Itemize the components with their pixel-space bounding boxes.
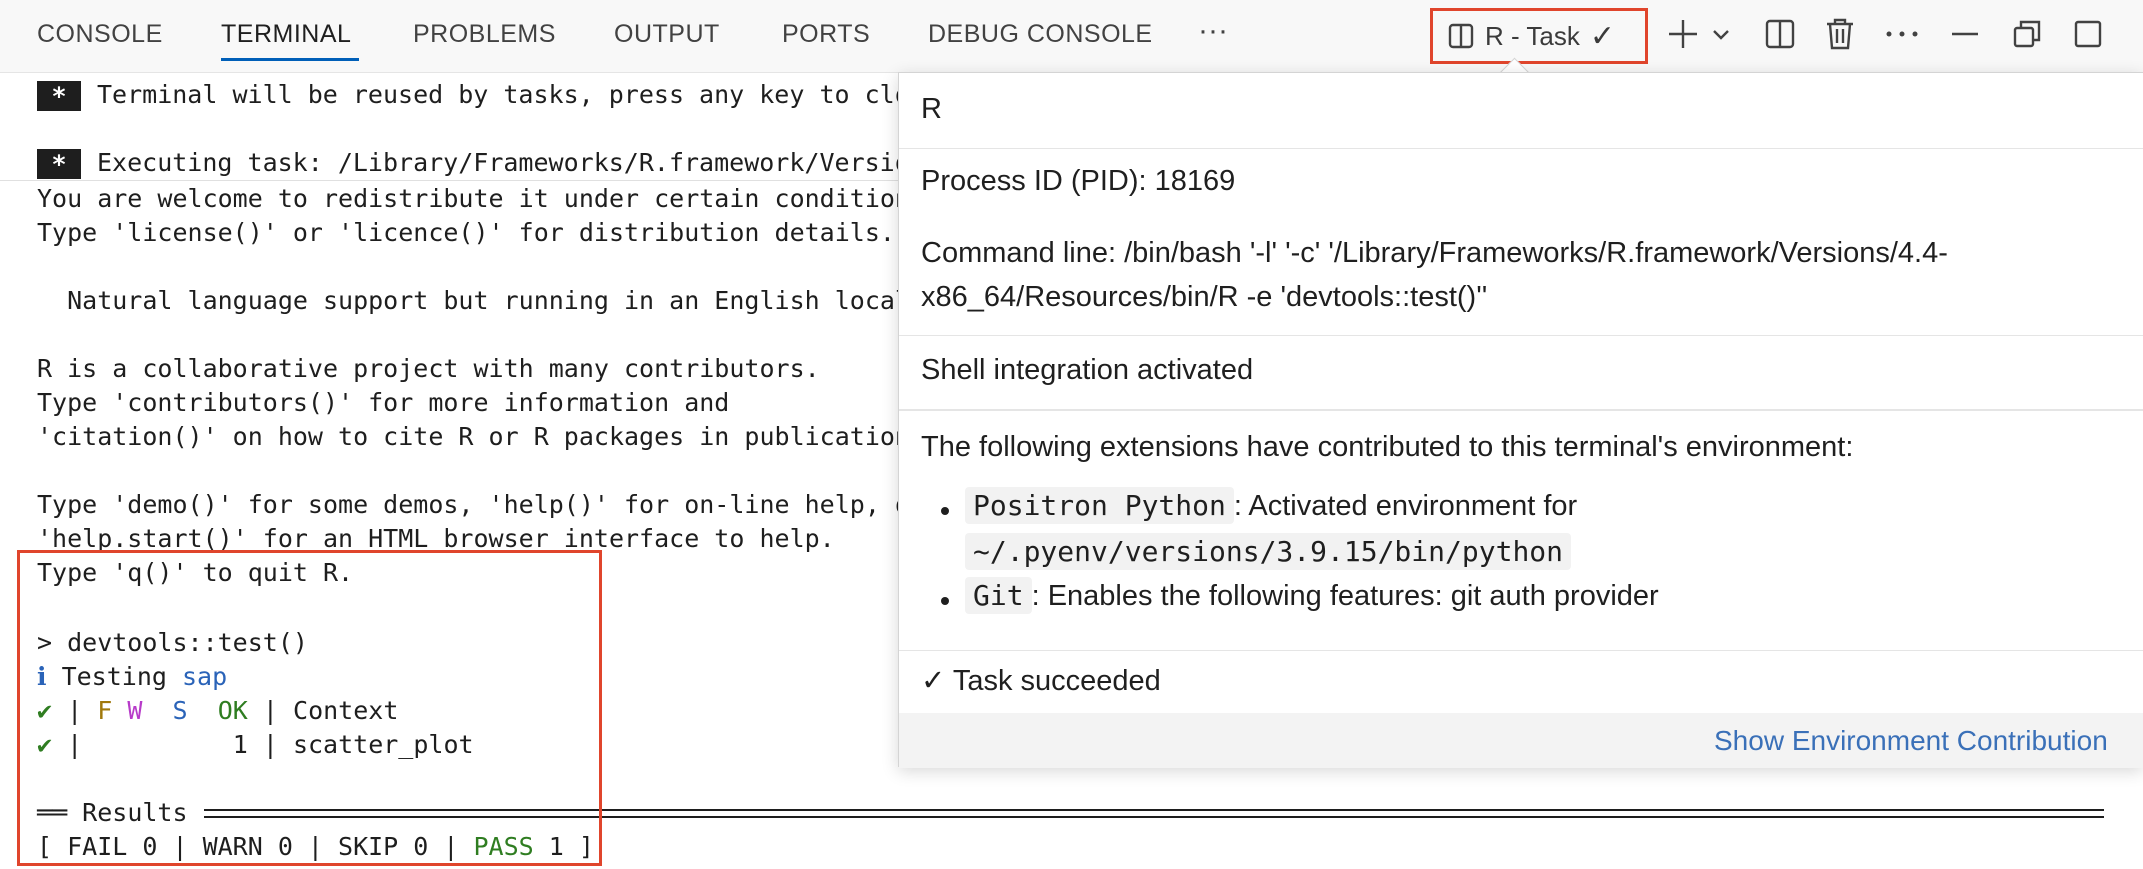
restore-icon <box>2013 20 2041 48</box>
active-tab-indicator <box>221 58 359 61</box>
kill-terminal-button[interactable] <box>1820 12 1860 56</box>
extension-name: Positron Python <box>965 487 1234 524</box>
extension-python-path: ~/.pyenv/versions/3.9.15/bin/python <box>965 533 1572 570</box>
bullet <box>941 597 949 605</box>
test-output-highlight <box>17 550 602 866</box>
hover-extensions-section: The following extensions have contribute… <box>899 411 2143 651</box>
star-badge: * <box>37 149 81 179</box>
split-terminal-icon <box>1448 23 1474 49</box>
terminal-line: You are welcome to redistribute it under… <box>37 184 910 213</box>
extension-item-python: Positron Python: Activated environment f… <box>965 487 1577 524</box>
ellipsis-icon <box>1886 31 1918 37</box>
hover-title: R <box>921 93 942 125</box>
terminal-line: Type 'demo()' for some demos, 'help()' f… <box>37 490 910 519</box>
process-id: Process ID (PID): 18169 <box>921 165 1236 197</box>
maximize-panel-button[interactable] <box>2068 12 2108 56</box>
show-environment-contributions-link[interactable]: Show Environment Contribution <box>1714 725 2108 757</box>
task-chip-label: R - Task <box>1485 20 1580 51</box>
hover-task-section: ✓ Task succeeded <box>899 651 2143 713</box>
panel-tab-bar: CONSOLE TERMINAL PROBLEMS OUTPUT PORTS D… <box>0 0 2143 73</box>
command-line-2: x86_64/Resources/bin/R -e 'devtools::tes… <box>921 281 1488 313</box>
terminal-task-chip[interactable]: R - Task ✓ <box>1430 8 1648 64</box>
tab-problems[interactable]: PROBLEMS <box>413 20 556 49</box>
task-exec-line: * Executing task: /Library/Frameworks/R.f… <box>37 146 910 180</box>
tab-debug-console[interactable]: DEBUG CONSOLE <box>928 20 1153 49</box>
extension-name: Git <box>965 577 1032 614</box>
minimize-icon <box>1952 32 1978 36</box>
terminal-line: Type 'contributors()' for more informati… <box>37 388 730 417</box>
terminal-line: Type 'license()' or 'licence()' for dist… <box>37 218 895 247</box>
task-status: ✓ Task succeeded <box>921 665 1161 697</box>
more-tabs-button[interactable]: ··· <box>1198 14 1228 48</box>
bullet <box>941 507 949 515</box>
restore-panel-button[interactable] <box>2007 12 2047 56</box>
check-icon: ✓ <box>1589 19 1616 53</box>
check-icon: ✓ <box>921 665 946 697</box>
star-badge: * <box>37 81 81 111</box>
terminal-profiles-dropdown[interactable] <box>1706 12 1736 56</box>
tab-console[interactable]: CONSOLE <box>37 20 163 49</box>
split-icon <box>1765 19 1795 49</box>
terminal-line: 'citation()' on how to cite R or R packa… <box>37 422 910 451</box>
hover-footer: Show Environment Contribution <box>899 713 2143 768</box>
terminal-line: R is a collaborative project with many c… <box>37 354 820 383</box>
terminal-line: Natural language support but running in … <box>37 286 910 315</box>
extension-item-git: Git: Enables the following features: git… <box>965 577 1659 614</box>
split-terminal-button[interactable] <box>1760 12 1800 56</box>
extensions-intro: The following extensions have contribute… <box>921 431 1854 463</box>
terminal-hover-panel: R Process ID (PID): 18169 Command line: … <box>898 72 2143 768</box>
tab-terminal[interactable]: TERMINAL <box>221 20 351 49</box>
shell-integration-status: Shell integration activated <box>921 354 1254 386</box>
maximize-icon <box>2074 20 2102 48</box>
command-line-1: Command line: /bin/bash '-l' '-c' '/Libr… <box>921 237 1948 269</box>
trash-icon <box>1827 18 1853 50</box>
more-actions-button[interactable] <box>1880 12 1924 56</box>
minimize-panel-button[interactable] <box>1945 12 1985 56</box>
hover-shell-section: Shell integration activated <box>899 335 2143 411</box>
new-terminal-button[interactable] <box>1663 12 1703 56</box>
chevron-down-icon <box>1713 30 1729 40</box>
hover-title-section: R <box>899 73 2143 149</box>
tab-output[interactable]: OUTPUT <box>614 20 720 49</box>
tab-ports[interactable]: PORTS <box>782 20 870 49</box>
task-reuse-line: * Terminal will be reused by tasks, press… <box>37 78 910 112</box>
plus-icon <box>1669 20 1697 48</box>
